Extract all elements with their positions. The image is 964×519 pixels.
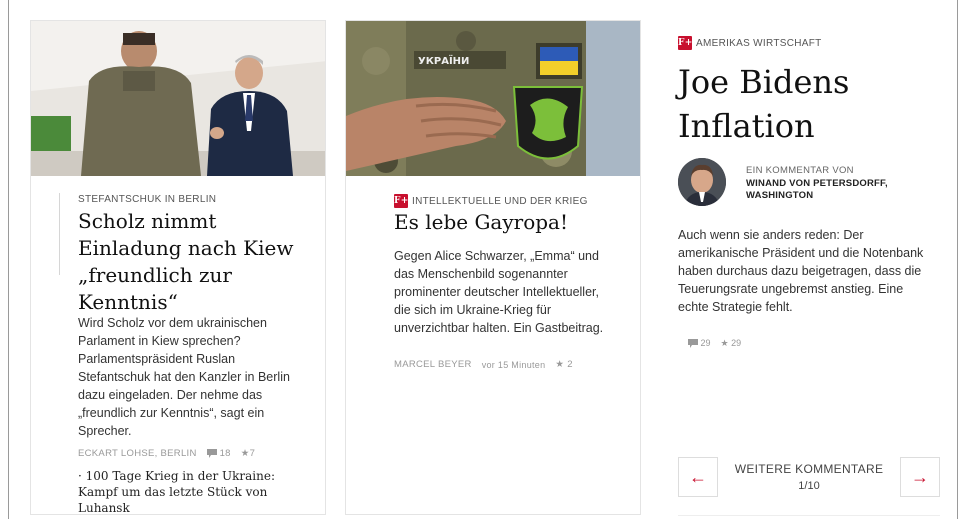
commentary-headline[interactable]: Joe Bidens Inflation	[678, 60, 940, 148]
comment-count[interactable]: 29	[688, 338, 711, 349]
star-count-value: 29	[731, 338, 742, 348]
article-kicker: STEFANTSCHUK IN BERLIN	[78, 194, 217, 205]
article-kicker-text: INTELLEKTUELLE UND DER KRIEG	[412, 195, 588, 207]
star-icon: ★	[240, 448, 250, 459]
fplus-badge-icon: F+	[394, 194, 409, 208]
article-kicker: F+ INTELLEKTUELLE UND DER KRIEG	[394, 194, 588, 208]
comment-icon	[206, 448, 217, 458]
article-teaser: Gegen Alice Schwarzer, „Emma“ und das Me…	[394, 249, 604, 335]
star-count[interactable]: ★ 2	[555, 359, 572, 370]
next-commentary-button[interactable]: →	[900, 457, 940, 497]
star-count[interactable]: ★ 29	[721, 338, 742, 349]
commentary-meta: 29 ★ 29	[688, 338, 741, 349]
article-teaser: Wird Scholz vor dem ukrainischen Parlame…	[78, 316, 290, 438]
star-count-value: 7	[249, 448, 256, 459]
commentary-author[interactable]: EIN KOMMENTAR VON WINAND VON PETERSDORFF…	[678, 158, 940, 208]
comment-count[interactable]: 18	[206, 448, 231, 459]
related-article-link[interactable]: · 100 Tage Krieg in der Ukraine: Kampf u…	[78, 468, 310, 516]
author-avatar[interactable]	[678, 158, 726, 206]
star-count-value: 2	[567, 359, 573, 370]
article-image-scholz[interactable]	[31, 21, 325, 176]
star-icon: ★	[720, 338, 729, 348]
author-name[interactable]: MARCEL BEYER	[394, 359, 472, 370]
article-meta: ECKART LOHSE, BERLIN 18 ★7	[78, 448, 255, 459]
article-headline[interactable]: Es lebe Gayropa!	[394, 209, 634, 236]
comment-count-value: 29	[700, 338, 711, 348]
author-prefix: EIN KOMMENTAR VON	[746, 165, 854, 176]
comment-icon	[688, 339, 698, 349]
author-name[interactable]: ECKART LOHSE, BERLIN	[78, 448, 197, 459]
article-image-gayropa[interactable]: УКРАЇНИ	[346, 21, 640, 176]
divider	[678, 515, 940, 516]
publish-time: vor 15 Minuten	[481, 359, 546, 370]
more-commentary-link[interactable]: WEITERE KOMMENTARE	[728, 462, 890, 476]
prev-commentary-button[interactable]: ←	[678, 457, 718, 497]
fplus-badge-icon: F+	[678, 36, 693, 50]
commentary-teaser-text: Auch wenn sie anders reden: Der amerikan…	[678, 228, 924, 314]
patch-text: УКРАЇНИ	[418, 53, 469, 67]
commentary-kicker-text: AMERIKAS WIRTSCHAFT	[696, 37, 822, 49]
comment-count-value: 18	[219, 448, 231, 459]
star-icon: ★	[555, 359, 565, 370]
commentary-teaser[interactable]: F+ AMERIKAS WIRTSCHAFT Joe Bidens Inflat…	[678, 20, 940, 516]
arrow-left-icon: ←	[689, 467, 707, 487]
author-name[interactable]: WINAND VON PETERSDORFF, WASHINGTON	[746, 178, 926, 202]
article-meta: MARCEL BEYER vor 15 Minuten ★ 2	[394, 359, 573, 370]
article-card-scholz[interactable]: STEFANTSCHUK IN BERLIN Scholz nimmt Einl…	[30, 20, 326, 515]
article-card-gayropa[interactable]: УКРАЇНИ F+ INTELLEKTUELLE UND DER KRIEG …	[345, 20, 641, 515]
pager-count: 1/10	[798, 480, 820, 492]
star-count[interactable]: ★7	[241, 448, 255, 459]
arrow-right-icon: →	[911, 467, 929, 487]
article-headline[interactable]: Scholz nimmt Einladung nach Kiew „freund…	[78, 208, 318, 316]
kicker-accent-line	[59, 193, 60, 275]
commentary-pager: ← WEITERE KOMMENTARE 1/10 →	[678, 457, 940, 516]
commentary-kicker: F+ AMERIKAS WIRTSCHAFT	[678, 36, 822, 50]
